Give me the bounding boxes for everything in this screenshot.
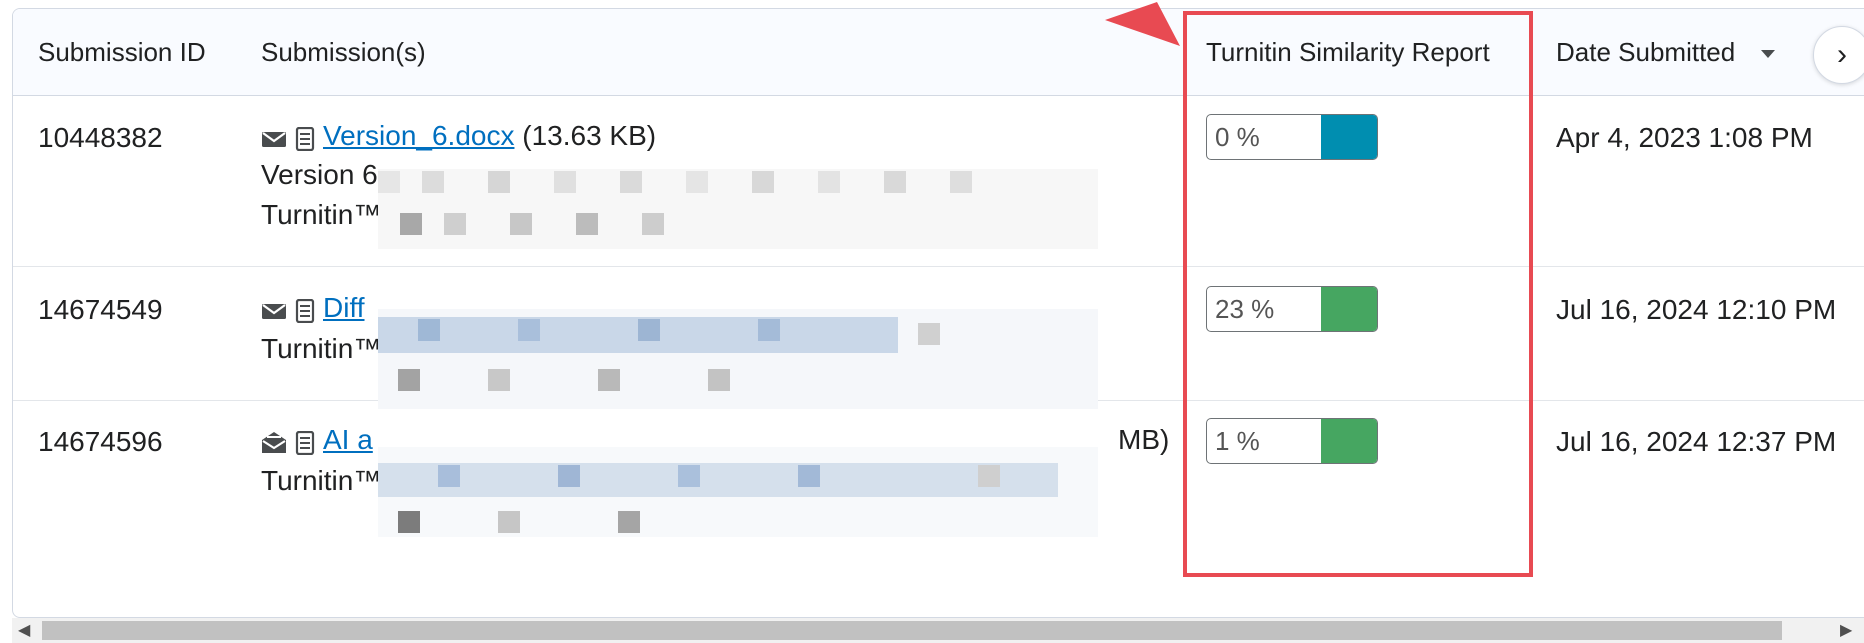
- submission-file: Diff: [261, 292, 365, 326]
- submission-id: 14674596: [38, 426, 163, 457]
- file-link[interactable]: Version_6.docx: [323, 120, 514, 151]
- similarity-score-bar: [1321, 115, 1377, 159]
- similarity-score[interactable]: 0 %: [1206, 114, 1378, 160]
- scroll-next-button[interactable]: ›: [1813, 26, 1864, 84]
- envelope-icon[interactable]: [261, 122, 287, 154]
- similarity-score-value: 1 %: [1215, 426, 1260, 456]
- turnitin-label: Turnitin™: [261, 199, 382, 230]
- submission-id: 10448382: [38, 122, 163, 153]
- scroll-left-icon[interactable]: ◀: [18, 620, 30, 640]
- date-submitted: Jul 16, 2024 12:37 PM: [1556, 426, 1837, 457]
- file-link[interactable]: Diff: [323, 292, 365, 323]
- file-link[interactable]: AI a: [323, 424, 373, 455]
- document-icon: [295, 122, 315, 154]
- header-date-submitted[interactable]: Date Submitted: [1556, 9, 1776, 95]
- document-icon: [295, 426, 315, 458]
- turnitin-label: Turnitin™: [261, 333, 382, 364]
- similarity-score-bar: [1321, 287, 1377, 331]
- turnitin-label: Turnitin™: [261, 465, 382, 496]
- file-size: MB): [1118, 424, 1170, 455]
- redacted-area: [378, 447, 1098, 537]
- similarity-score-value: 0 %: [1215, 122, 1260, 152]
- submission-file: AI a: [261, 424, 373, 458]
- document-icon: [295, 294, 315, 326]
- date-submitted: Jul 16, 2024 12:10 PM: [1556, 294, 1837, 325]
- redacted-area: [378, 169, 1098, 249]
- annotation-arrow-icon: [1105, 2, 1180, 46]
- scrollbar-thumb[interactable]: [42, 621, 1782, 640]
- horizontal-scrollbar[interactable]: ◀ ▶: [12, 618, 1864, 643]
- submission-comment: Version 6: [261, 159, 378, 190]
- header-submission-id: Submission ID: [38, 37, 206, 67]
- similarity-score[interactable]: 1 %: [1206, 418, 1378, 464]
- envelope-open-icon[interactable]: [261, 426, 287, 458]
- scroll-right-icon[interactable]: ▶: [1840, 620, 1852, 640]
- header-turnitin[interactable]: Turnitin Similarity Report: [1206, 9, 1490, 95]
- similarity-score-value: 23 %: [1215, 294, 1275, 324]
- date-submitted: Apr 4, 2023 1:08 PM: [1556, 122, 1813, 153]
- header-date-label: Date Submitted: [1556, 37, 1736, 67]
- submission-id: 14674549: [38, 294, 163, 325]
- similarity-score-bar: [1321, 419, 1377, 463]
- header-submissions: Submission(s): [261, 37, 426, 67]
- envelope-icon[interactable]: [261, 294, 287, 326]
- table-header: Submission ID Submission(s) Turnitin Sim…: [13, 9, 1864, 96]
- chevron-right-icon: ›: [1837, 38, 1847, 71]
- similarity-score[interactable]: 23 %: [1206, 286, 1378, 332]
- sort-down-icon[interactable]: [1761, 50, 1776, 59]
- file-size: (13.63 KB): [522, 120, 657, 151]
- redacted-area: [378, 309, 1098, 409]
- submission-file: Version_6.docx (13.63 KB): [261, 120, 656, 154]
- submissions-table: Submission ID Submission(s) Turnitin Sim…: [12, 8, 1864, 618]
